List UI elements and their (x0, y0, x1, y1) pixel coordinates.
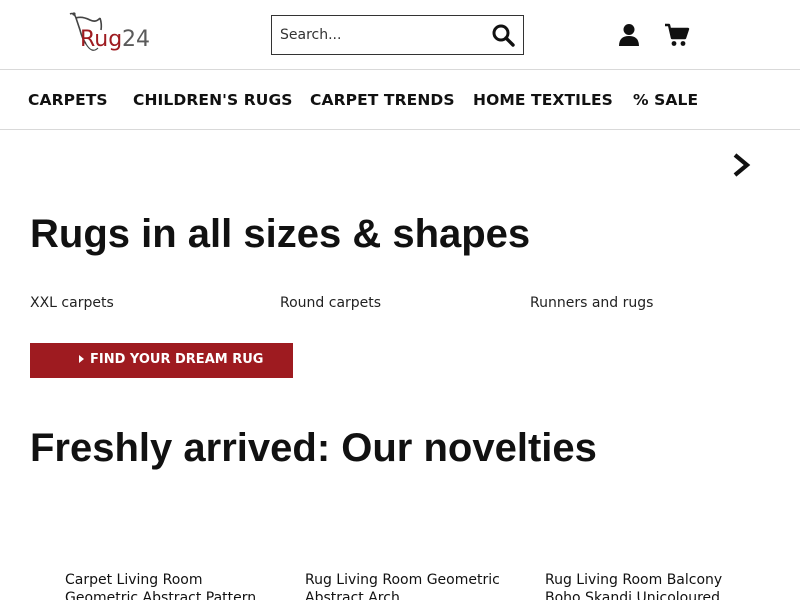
nav-item-carpet-trends[interactable]: CARPET TRENDS (310, 91, 455, 109)
main-nav: CARPETS CHILDREN'S RUGS CARPET TRENDS HO… (0, 71, 800, 130)
logo-brand: Rug (80, 27, 122, 52)
novelties-title: Freshly arrived: Our novelties (30, 426, 597, 470)
link-round-carpets[interactable]: Round carpets (280, 295, 381, 311)
caret-right-icon (79, 355, 84, 363)
site-header: Rug 24 (0, 0, 800, 70)
product-card[interactable]: Rug Living Room Balcony Boho Skandi Unic… (545, 571, 745, 600)
product-card[interactable]: Rug Living Room Geometric Abstract Arch (305, 571, 505, 600)
nav-item-carpets[interactable]: CARPETS (28, 91, 108, 109)
product-title: Rug Living Room Balcony Boho Skandi Unic… (545, 572, 723, 600)
logo-number: 24 (122, 27, 150, 52)
product-title: Rug Living Room Geometric Abstract Arch (305, 572, 500, 600)
nav-item-childrens-rugs[interactable]: CHILDREN'S RUGS (133, 91, 293, 109)
find-dream-rug-button[interactable]: FIND YOUR DREAM RUG (30, 343, 293, 378)
product-title: Carpet Living Room Geometric Abstract Pa… (65, 572, 257, 600)
product-card[interactable]: Carpet Living Room Geometric Abstract Pa… (65, 571, 265, 600)
logo[interactable]: Rug 24 (68, 10, 152, 58)
nav-item-sale[interactable]: % SALE (633, 91, 698, 109)
logo-mark-icon: Rug 24 (69, 12, 150, 52)
cart-icon[interactable] (664, 23, 690, 47)
cta-label: FIND YOUR DREAM RUG (90, 352, 264, 367)
chevron-right-icon[interactable] (728, 152, 754, 178)
search-icon[interactable] (491, 23, 515, 47)
link-xxl-carpets[interactable]: XXL carpets (30, 295, 114, 311)
link-runners-and-rugs[interactable]: Runners and rugs (530, 295, 653, 311)
user-icon[interactable] (618, 23, 640, 47)
nav-item-home-textiles[interactable]: HOME TEXTILES (473, 91, 613, 109)
search-box (271, 15, 524, 55)
hero-title: Rugs in all sizes & shapes (30, 212, 531, 256)
search-input[interactable] (280, 16, 480, 53)
